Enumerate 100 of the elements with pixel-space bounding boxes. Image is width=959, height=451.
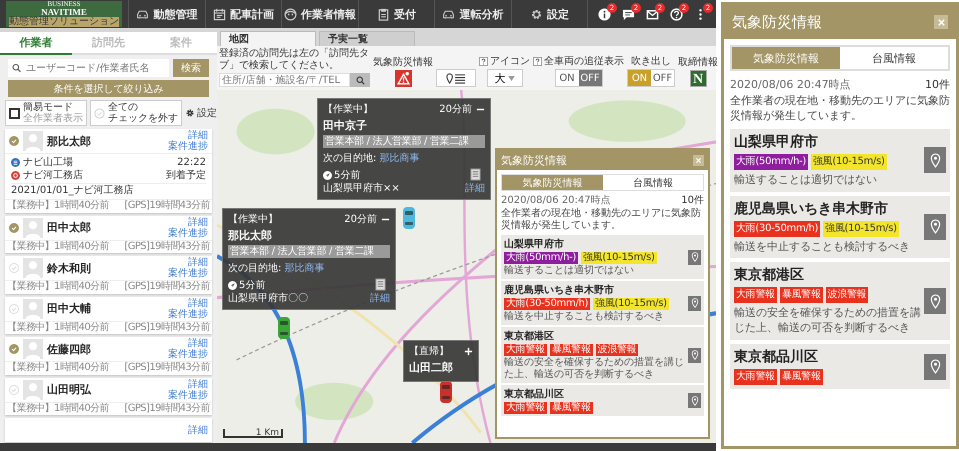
area-note: 輸送の安全を確保するための措置を講じた上、輸送の可否を判断するべき (504, 357, 685, 381)
area-note: 輸送することは適切ではない (734, 172, 878, 188)
work-status: 【作業中】 (323, 102, 373, 116)
worker-link[interactable]: 案件進捗 (168, 141, 208, 152)
elapsed-time: 20分前 (344, 213, 377, 226)
toggle-option[interactable]: OFF (651, 70, 674, 86)
worker-card[interactable]: 山田明弘 詳細 案件進捗 【業務中】1時間40分前 [GPS]19時間43分前 (5, 378, 212, 415)
help-icon (670, 8, 682, 20)
view-tab[interactable]: 地図 (220, 31, 316, 46)
map-pin-button[interactable] (688, 393, 701, 408)
gps-time: [GPS]19時間43分前 (124, 240, 210, 253)
check-mark-icon[interactable] (9, 222, 19, 232)
map-pin-button[interactable] (688, 296, 701, 310)
worker-link[interactable]: 詳細 (188, 216, 208, 228)
uncheck-all-button[interactable]: 全ての チェックを外す (90, 100, 182, 126)
work-status: 【業務中】1時間40分前 (7, 362, 109, 374)
destination-link[interactable]: 那比商事 (380, 153, 420, 164)
search-button[interactable]: 検索 (173, 59, 209, 77)
collapse-button[interactable] (464, 346, 473, 356)
toggle-option[interactable]: OFF (578, 70, 602, 86)
worker-link[interactable]: 案件進捗 (168, 228, 208, 238)
worker-link[interactable]: 案件進捗 (168, 308, 208, 320)
hint-text: 登録済の訪問先は左の「訪問先タブ」で検索してください。 (219, 48, 370, 72)
worker-card[interactable]: 那比太郎 詳細 案件進捗 ナビ山工場 22:22 ナビ河工務店 到着予定 2021/01/01_ナビ河工務店 【業務中】1時間40分前 [GPS]19時間43分前 (5, 129, 212, 212)
work-status: 【業務中】1時間40分前 (7, 200, 109, 212)
view-tab[interactable]: 予実一覧 (319, 31, 415, 46)
gps-time: [GPS]19時間43分前 (124, 362, 210, 374)
toggle-option[interactable]: ON (556, 70, 578, 86)
panel-title: 気象防災情報 (501, 152, 567, 168)
worker-link[interactable]: 詳細 (188, 378, 208, 390)
destination-link[interactable]: 那比商事 (284, 263, 325, 274)
worker-link[interactable]: 詳細 (188, 338, 208, 349)
pin-list-button[interactable] (436, 69, 476, 87)
close-button[interactable] (693, 154, 704, 166)
help-icon[interactable] (479, 56, 488, 66)
area-name: 東京都品川区 (734, 348, 819, 366)
map-pin-button[interactable] (924, 147, 946, 174)
map-pin-button[interactable] (688, 348, 701, 362)
worker-link[interactable]: 詳細 (188, 257, 208, 268)
check-mark-icon[interactable] (9, 344, 19, 354)
avatar-icon (23, 258, 43, 278)
car-icon[interactable] (439, 380, 453, 404)
car-icon[interactable] (277, 316, 291, 340)
control-label: 取締情報 (678, 56, 718, 69)
check-mark-icon[interactable] (9, 136, 19, 146)
warning-tag: 大雨警報 (734, 287, 777, 304)
checkbox[interactable] (9, 108, 20, 118)
address-field[interactable]: 住所/店舗・施設名/〒/TEL (219, 73, 350, 87)
worker-card[interactable]: 詳細 (5, 418, 212, 442)
area-name: 東京都港区 (504, 329, 555, 343)
simple-mode-toggle[interactable]: 簡易モード 全作業者表示 (5, 100, 87, 126)
warning-tag: 暴風警報 (780, 287, 823, 304)
weather-tab[interactable]: 気象防災情報 (732, 47, 840, 69)
map-pin-button[interactable] (924, 288, 946, 314)
filter-button[interactable]: 条件を選択して絞り込み (8, 80, 209, 97)
map-pin-button[interactable] (924, 354, 946, 380)
icon-size-select[interactable]: 大 (486, 69, 522, 87)
worker-name: 鈴木和則 (47, 260, 92, 276)
detail-button[interactable]: 詳細 (465, 168, 485, 195)
sidebar-tab[interactable]: 作業者 (0, 32, 72, 55)
close-icon (936, 18, 946, 26)
search-button[interactable] (350, 73, 370, 87)
worker-link[interactable]: 詳細 (188, 298, 208, 308)
search-icon (12, 63, 22, 73)
worker-link[interactable]: 詳細 (188, 424, 208, 436)
detail-button[interactable]: 詳細 (370, 278, 390, 305)
worker-card[interactable]: 佐藤四郎 詳細 案件進捗 【業務中】1時間40分前 [GPS]19時間43分前 (5, 337, 212, 374)
address-text: 山梨県甲府市〇〇 (228, 292, 308, 305)
search-field[interactable]: ユーザーコード/作業者氏名 (8, 59, 169, 77)
address-text: 山梨県甲府市×× (323, 182, 400, 195)
worker-link[interactable]: 案件進捗 (168, 349, 208, 360)
warning-icon (394, 70, 412, 87)
weather-tab[interactable]: 気象防災情報 (502, 175, 602, 190)
warning-tag: 大雨警報 (734, 369, 777, 386)
result-count: 10件 (681, 194, 704, 207)
enforcement-button[interactable]: N (690, 70, 706, 87)
worker-link[interactable]: 案件進捗 (168, 390, 208, 400)
route-note: 2021/01/01_ナビ河工務店 (11, 183, 206, 197)
gps-time: [GPS]19時間43分前 (124, 322, 210, 334)
help-icon[interactable] (533, 56, 542, 66)
map-pin-button[interactable] (688, 250, 701, 264)
map-pin-button[interactable] (924, 214, 946, 240)
face-icon (284, 8, 297, 20)
settings-icon (185, 108, 195, 118)
worker-link[interactable]: 詳細 (188, 130, 208, 141)
control-label: アイコン (490, 55, 530, 68)
worker-card[interactable]: 田中大輔 詳細 案件進捗 【業務中】1時間40分前 [GPS]19時間43分前 (5, 296, 212, 334)
gps-time: [GPS]19時間43分前 (124, 281, 210, 294)
worker-link[interactable]: 案件進捗 (168, 268, 208, 279)
warning-tag: 波浪警報 (596, 344, 638, 356)
toggle-option[interactable]: ON (628, 70, 651, 86)
car-icon (136, 8, 150, 20)
worker-card[interactable]: 鈴木和則 詳細 案件進捗 【業務中】1時間40分前 [GPS]19時間43分前 (5, 256, 212, 294)
weather-info-button[interactable] (394, 70, 412, 87)
goal-icon (11, 171, 20, 180)
car-icon[interactable] (402, 206, 416, 230)
pin-list-icon (446, 72, 466, 84)
worker-card[interactable]: 田中太郎 詳細 案件進捗 【業務中】1時間40分前 [GPS]19時間43分前 (5, 216, 212, 253)
scale-bar: 1 Km (223, 429, 283, 438)
next-destination: 次の目的地: 那比商事 (323, 152, 421, 165)
